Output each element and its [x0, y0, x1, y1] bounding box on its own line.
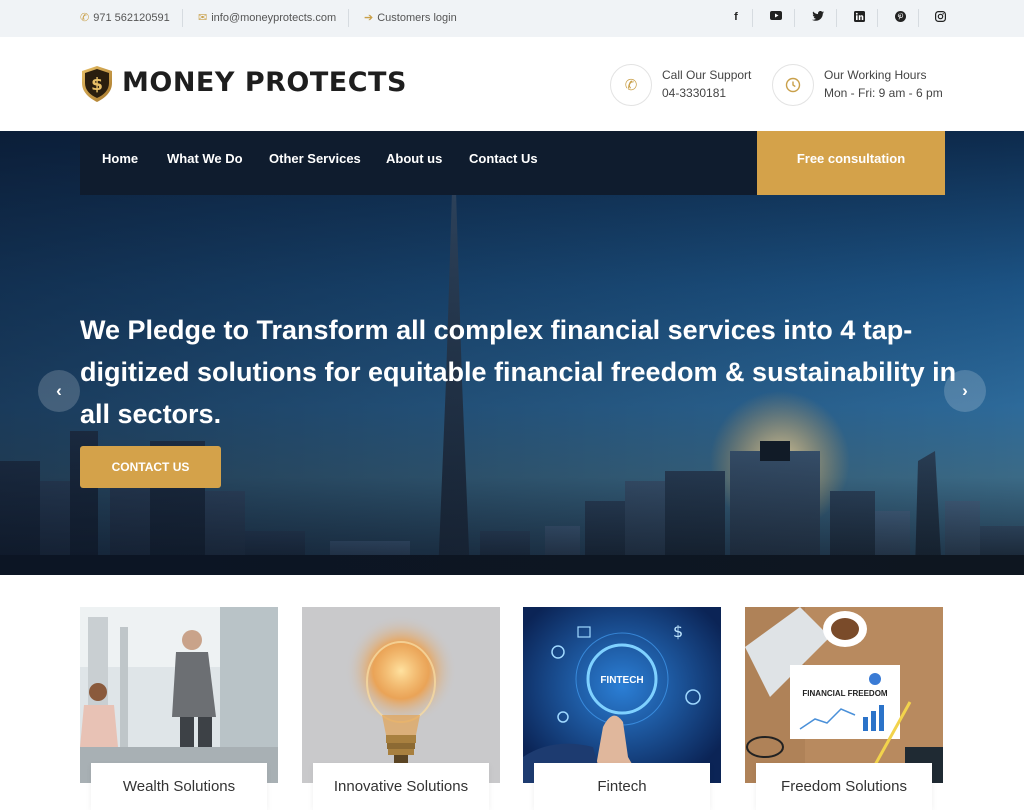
pinterest-icon[interactable] [892, 11, 908, 25]
fintech-image[interactable]: FINTECH $ [523, 607, 721, 783]
svg-text:$: $ [91, 75, 103, 95]
phone-number: 971 562120591 [93, 11, 170, 24]
fintech-image-text: FINTECH [600, 675, 643, 686]
instagram-icon[interactable] [932, 11, 948, 25]
whatsapp-icon: ✆ [80, 12, 90, 24]
linkedin-icon[interactable] [851, 11, 867, 25]
hours-title: Our Working Hours [824, 68, 927, 82]
customers-login-link[interactable]: ➔ Customers login [364, 11, 457, 25]
nav-other-services[interactable]: Other Services [269, 151, 361, 166]
divider [836, 9, 837, 27]
support-title: Call Our Support [662, 68, 752, 82]
free-consultation-button[interactable]: Free consultation [757, 131, 945, 195]
svg-text:$: $ [673, 622, 683, 641]
divider [182, 9, 183, 27]
card-label-fintech[interactable]: Fintech [534, 763, 710, 810]
innovative-solutions-image[interactable] [302, 607, 500, 783]
nav-home[interactable]: Home [102, 151, 138, 166]
slider-prev-arrow-icon[interactable]: ‹ [38, 370, 80, 412]
phone-icon: ✆ [610, 64, 652, 106]
customers-login-label: Customers login [377, 11, 457, 24]
divider [794, 9, 795, 27]
financial-freedom-image-text: FINANCIAL FREEDOM [802, 689, 888, 698]
slider-next-arrow-icon[interactable]: › [944, 370, 986, 412]
clock-icon [772, 64, 814, 106]
main-navigation: Home What We Do Other Services About us … [80, 131, 757, 195]
divider [877, 9, 878, 27]
youtube-icon[interactable] [768, 11, 784, 23]
support-info: Call Our Support 04-3330181 [662, 66, 751, 102]
email-contact[interactable]: ✉ info@moneyprotects.com [198, 11, 337, 25]
sign-in-icon: ➔ [364, 12, 374, 24]
site-logo-text[interactable]: MONEY PROTECTS [122, 67, 407, 98]
nav-about-us[interactable]: About us [386, 151, 442, 166]
divider [752, 9, 753, 27]
hours-value: Mon - Fri: 9 am - 6 pm [824, 86, 943, 100]
card-label-innovative-solutions[interactable]: Innovative Solutions [313, 763, 489, 810]
divider [348, 9, 349, 27]
freedom-solutions-image[interactable]: FINANCIAL FREEDOM [745, 607, 943, 783]
hero-slider: Home What We Do Other Services About us … [0, 131, 1024, 575]
card-label-wealth-solutions[interactable]: Wealth Solutions [91, 763, 267, 810]
site-header: $ MONEY PROTECTS ✆ Call Our Support 04-3… [0, 37, 1024, 131]
divider [918, 9, 919, 27]
top-bar: ✆ 971 562120591 ✉ info@moneyprotects.com… [0, 0, 1024, 37]
nav-contact-us[interactable]: Contact Us [469, 151, 538, 166]
hero-headline: We Pledge to Transform all complex finan… [80, 315, 957, 429]
email-address: info@moneyprotects.com [211, 11, 337, 24]
contact-us-button[interactable]: CONTACT US [80, 446, 221, 488]
wealth-solutions-image[interactable] [80, 607, 278, 783]
envelope-icon: ✉ [198, 12, 208, 24]
shield-dollar-logo-icon[interactable]: $ [80, 65, 114, 103]
support-phone[interactable]: 04-3330181 [662, 84, 751, 102]
phone-contact[interactable]: ✆ 971 562120591 [80, 11, 170, 25]
nav-what-we-do[interactable]: What We Do [167, 151, 243, 166]
facebook-icon[interactable]: f [728, 11, 744, 23]
twitter-icon[interactable] [810, 11, 826, 24]
card-label-freedom-solutions[interactable]: Freedom Solutions [756, 763, 932, 810]
working-hours-info: Our Working Hours Mon - Fri: 9 am - 6 pm [824, 66, 943, 102]
